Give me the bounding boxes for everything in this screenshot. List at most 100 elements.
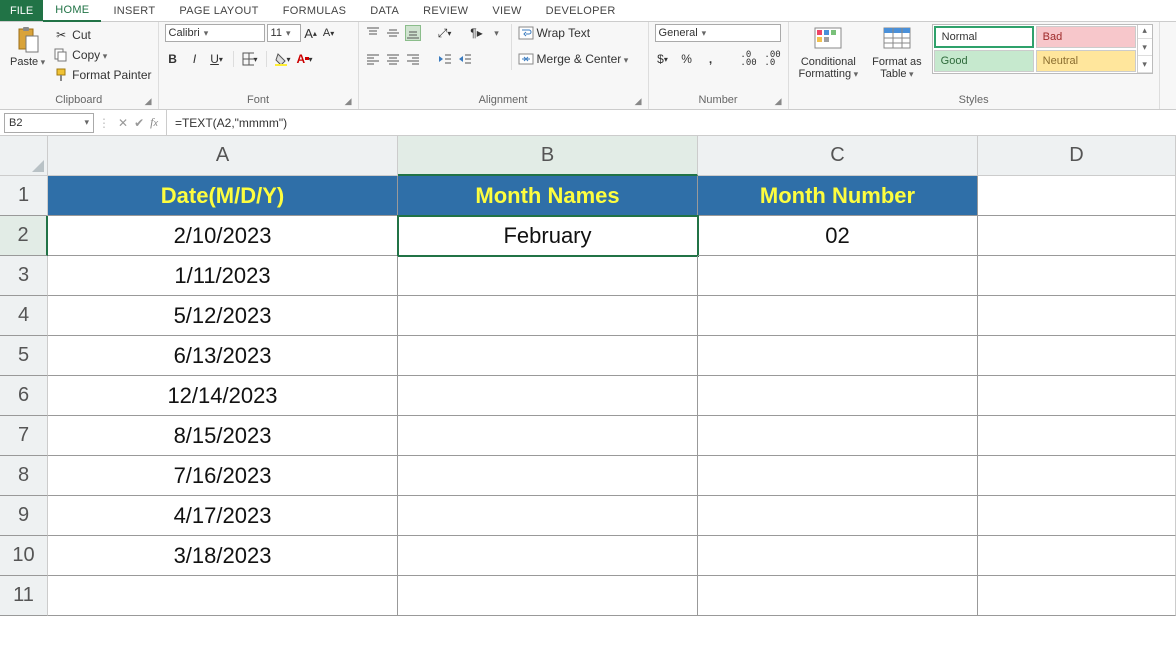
cell-B8[interactable] bbox=[398, 456, 698, 496]
cell-A3[interactable]: 1/11/2023 bbox=[48, 256, 398, 296]
tab-insert[interactable]: INSERT bbox=[101, 0, 167, 21]
cell-B7[interactable] bbox=[398, 416, 698, 456]
cell-C2[interactable]: 02 bbox=[698, 216, 978, 256]
styles-down-icon[interactable]: ▾ bbox=[1138, 42, 1152, 56]
orientation-icon[interactable]: ⤢▾ bbox=[437, 25, 453, 41]
row-header-5[interactable]: 5 bbox=[0, 336, 48, 376]
row-header-11[interactable]: 11 bbox=[0, 576, 48, 616]
comma-button[interactable]: , bbox=[703, 51, 719, 67]
cell-B4[interactable] bbox=[398, 296, 698, 336]
align-bottom-icon[interactable] bbox=[405, 25, 421, 41]
percent-button[interactable]: % bbox=[679, 51, 695, 67]
cell-B2[interactable]: February bbox=[398, 216, 698, 256]
launcher-icon[interactable]: ◢ bbox=[635, 96, 642, 107]
cell-D1[interactable] bbox=[978, 176, 1176, 216]
launcher-icon[interactable]: ◢ bbox=[145, 96, 152, 107]
copy-button[interactable]: Copy bbox=[53, 46, 151, 64]
col-header-B[interactable]: B bbox=[398, 136, 698, 176]
styles-more-icon[interactable]: ▾ bbox=[1138, 59, 1152, 73]
row-header-6[interactable]: 6 bbox=[0, 376, 48, 416]
chevron-down-icon[interactable]: ▾ bbox=[84, 117, 89, 128]
align-middle-icon[interactable] bbox=[385, 25, 401, 41]
style-good[interactable]: Good bbox=[934, 50, 1034, 72]
align-right-icon[interactable] bbox=[405, 51, 421, 67]
row-header-4[interactable]: 4 bbox=[0, 296, 48, 336]
cell-C5[interactable] bbox=[698, 336, 978, 376]
row-header-9[interactable]: 9 bbox=[0, 496, 48, 536]
cell-A10[interactable]: 3/18/2023 bbox=[48, 536, 398, 576]
cell-A5[interactable]: 6/13/2023 bbox=[48, 336, 398, 376]
accounting-button[interactable]: $▾ bbox=[655, 51, 671, 67]
col-header-C[interactable]: C bbox=[698, 136, 978, 176]
conditional-formatting-button[interactable]: ConditionalFormatting bbox=[795, 24, 863, 82]
cell-C3[interactable] bbox=[698, 256, 978, 296]
cell-D3[interactable] bbox=[978, 256, 1176, 296]
text-direction-icon[interactable] bbox=[489, 25, 505, 41]
cell-A9[interactable]: 4/17/2023 bbox=[48, 496, 398, 536]
cell-D9[interactable] bbox=[978, 496, 1176, 536]
cell-B1[interactable]: Month Names bbox=[398, 176, 698, 216]
cell-D2[interactable] bbox=[978, 216, 1176, 256]
cell-C4[interactable] bbox=[698, 296, 978, 336]
cell-C11[interactable] bbox=[698, 576, 978, 616]
tab-page-layout[interactable]: PAGE LAYOUT bbox=[167, 0, 270, 21]
styles-up-icon[interactable]: ▴ bbox=[1138, 25, 1152, 39]
increase-indent-icon[interactable] bbox=[457, 51, 473, 67]
format-as-table-button[interactable]: Format asTable bbox=[868, 24, 926, 82]
italic-button[interactable]: I bbox=[187, 51, 203, 67]
cell-B6[interactable] bbox=[398, 376, 698, 416]
align-top-icon[interactable] bbox=[365, 25, 381, 41]
row-header-7[interactable]: 7 bbox=[0, 416, 48, 456]
cell-C6[interactable] bbox=[698, 376, 978, 416]
align-left-icon[interactable] bbox=[365, 51, 381, 67]
cell-D5[interactable] bbox=[978, 336, 1176, 376]
cell-D8[interactable] bbox=[978, 456, 1176, 496]
wrap-text-button[interactable]: Wrap Text bbox=[518, 24, 629, 42]
cell-D7[interactable] bbox=[978, 416, 1176, 456]
font-name-select[interactable]: Calibri▾ bbox=[165, 24, 265, 42]
cut-button[interactable]: ✂ Cut bbox=[53, 26, 151, 44]
paste-button[interactable]: Paste bbox=[6, 24, 49, 70]
launcher-icon[interactable]: ◢ bbox=[775, 96, 782, 107]
cell-B5[interactable] bbox=[398, 336, 698, 376]
cell-A8[interactable]: 7/16/2023 bbox=[48, 456, 398, 496]
increase-decimal-button[interactable]: .0.00 bbox=[741, 51, 757, 67]
cell-A2[interactable]: 2/10/2023 bbox=[48, 216, 398, 256]
enter-icon[interactable]: ✔ bbox=[134, 116, 144, 130]
cell-B9[interactable] bbox=[398, 496, 698, 536]
decrease-decimal-button[interactable]: .00.0 bbox=[765, 51, 781, 67]
tab-data[interactable]: DATA bbox=[358, 0, 411, 21]
launcher-icon[interactable]: ◢ bbox=[345, 96, 352, 107]
format-painter-button[interactable]: Format Painter bbox=[53, 66, 151, 84]
cell-A1[interactable]: Date(M/D/Y) bbox=[48, 176, 398, 216]
cell-C8[interactable] bbox=[698, 456, 978, 496]
cell-A11[interactable] bbox=[48, 576, 398, 616]
decrease-indent-icon[interactable] bbox=[437, 51, 453, 67]
cell-C10[interactable] bbox=[698, 536, 978, 576]
cancel-icon[interactable]: ✕ bbox=[118, 116, 128, 130]
bold-button[interactable]: B bbox=[165, 51, 181, 67]
ltr-icon[interactable]: ¶▸ bbox=[469, 25, 485, 41]
tab-home[interactable]: HOME bbox=[43, 0, 101, 22]
col-header-D[interactable]: D bbox=[978, 136, 1176, 176]
align-center-icon[interactable] bbox=[385, 51, 401, 67]
row-header-2[interactable]: 2 bbox=[0, 216, 48, 256]
formula-input[interactable]: =TEXT(A2,"mmmm") bbox=[166, 110, 1176, 135]
cell-A4[interactable]: 5/12/2023 bbox=[48, 296, 398, 336]
fill-color-button[interactable]: ▾ bbox=[275, 51, 291, 67]
cell-C1[interactable]: Month Number bbox=[698, 176, 978, 216]
row-header-10[interactable]: 10 bbox=[0, 536, 48, 576]
col-header-A[interactable]: A bbox=[48, 136, 398, 176]
cell-D4[interactable] bbox=[978, 296, 1176, 336]
underline-button[interactable]: U▾ bbox=[209, 51, 225, 67]
cell-A7[interactable]: 8/15/2023 bbox=[48, 416, 398, 456]
tab-review[interactable]: REVIEW bbox=[411, 0, 480, 21]
tab-view[interactable]: VIEW bbox=[480, 0, 533, 21]
cell-A6[interactable]: 12/14/2023 bbox=[48, 376, 398, 416]
decrease-font-icon[interactable]: A▾ bbox=[321, 25, 337, 41]
tab-file[interactable]: FILE bbox=[0, 0, 43, 21]
cell-C7[interactable] bbox=[698, 416, 978, 456]
cell-D6[interactable] bbox=[978, 376, 1176, 416]
font-size-select[interactable]: 11▾ bbox=[267, 24, 301, 42]
cell-B11[interactable] bbox=[398, 576, 698, 616]
